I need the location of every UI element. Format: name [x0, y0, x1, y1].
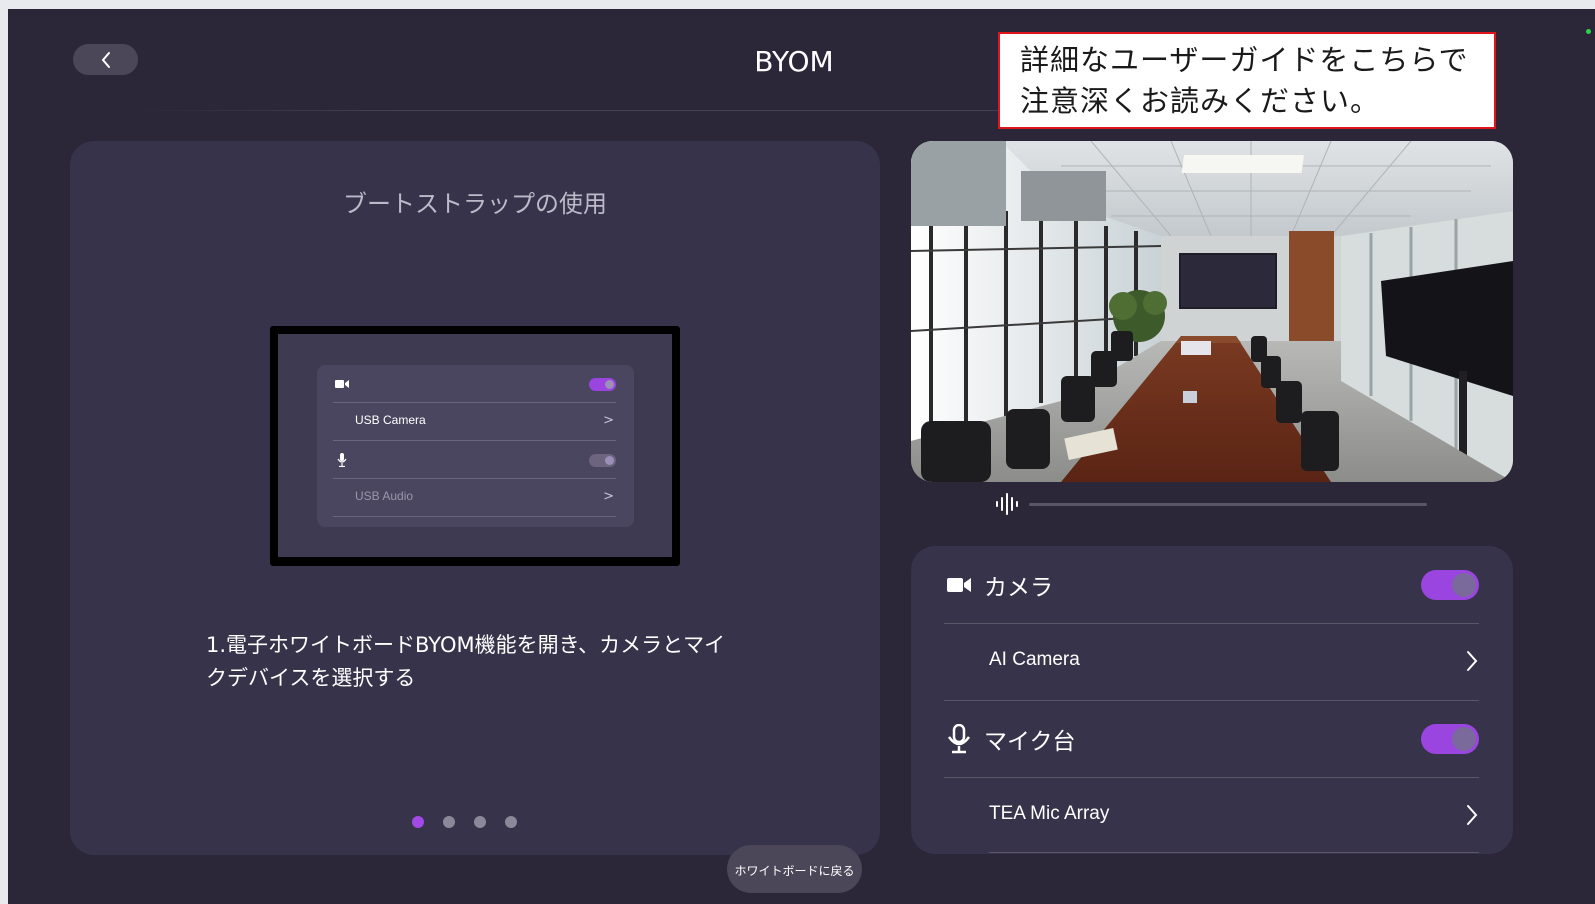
chevron-right-icon: > — [603, 413, 614, 428]
camera-device-name: AI Camera — [989, 649, 1080, 670]
mic-label: マイク台 — [984, 729, 1076, 755]
mic-toggle-row: マイク台 — [944, 700, 1479, 778]
page-dot-4[interactable] — [505, 816, 517, 828]
illustration-camera-label: USB Camera — [355, 413, 426, 427]
audio-level-bar — [1029, 503, 1427, 506]
chevron-right-icon: > — [603, 489, 614, 504]
callout-line-1: 詳細なユーザーガイドをこちらで — [1020, 43, 1469, 77]
illustration-camera-device-row: USB Camera > — [333, 403, 616, 441]
byom-screen: BYOM 詳細なユーザーガイドをこちらで 注意深くお読みください。 ブートストラ… — [8, 9, 1595, 904]
step-line-2: クデバイスを選択する — [206, 666, 416, 690]
conference-room-image — [911, 141, 1513, 482]
illustration-settings-panel: USB Camera > USB Audio > — [317, 365, 634, 527]
device-settings-card: カメラ AI Camera マイク台 TEA Mic Array — [911, 546, 1513, 854]
return-to-whiteboard-button[interactable]: ホワイトボードに戻る — [727, 845, 862, 893]
chevron-right-icon — [1467, 651, 1478, 671]
mic-device-row[interactable]: TEA Mic Array — [944, 777, 1479, 855]
guide-title: ブートストラップの使用 — [343, 190, 607, 218]
illustration-mic-toggle — [589, 454, 616, 467]
page-dot-3[interactable] — [474, 816, 486, 828]
chevron-right-icon — [1467, 805, 1478, 825]
illustration-screen: USB Camera > USB Audio > — [278, 334, 672, 557]
microphone-icon — [337, 453, 347, 467]
divider — [989, 852, 1479, 853]
camera-label: カメラ — [984, 575, 1053, 601]
illustration-audio-label: USB Audio — [355, 489, 414, 503]
illustration-camera-toggle — [589, 378, 616, 391]
camera-toggle-row: カメラ — [944, 546, 1479, 624]
guide-card: ブートストラップの使用 USB Camera > USB Audio > 1.電… — [70, 141, 880, 855]
page-indicator — [412, 816, 517, 828]
camera-preview — [911, 141, 1513, 482]
microphone-icon — [947, 724, 971, 754]
guide-illustration: USB Camera > USB Audio > — [270, 326, 680, 566]
page-dot-1[interactable] — [412, 816, 424, 828]
audio-wave-icon — [996, 493, 1018, 515]
callout-line-2: 注意深くお読みください。 — [1020, 84, 1381, 118]
illustration-mic-device-row: USB Audio > — [333, 479, 616, 517]
status-indicator — [1586, 29, 1591, 34]
step-line-1: 1.電子ホワイトボードBYOM機能を開き、カメラとマイ — [206, 633, 726, 657]
user-guide-callout: 詳細なユーザーガイドをこちらで 注意深くお読みください。 — [998, 32, 1496, 129]
mic-device-name: TEA Mic Array — [989, 803, 1110, 824]
camera-toggle[interactable] — [1421, 570, 1479, 600]
illustration-camera-row — [333, 365, 616, 403]
step-description: 1.電子ホワイトボードBYOM機能を開き、カメラとマイ クデバイスを選択する — [206, 629, 746, 695]
mic-toggle[interactable] — [1421, 724, 1479, 754]
video-camera-icon — [335, 380, 349, 388]
camera-device-row[interactable]: AI Camera — [944, 623, 1479, 701]
video-camera-icon — [947, 578, 971, 592]
page-dot-2[interactable] — [443, 816, 455, 828]
illustration-mic-row — [333, 441, 616, 479]
